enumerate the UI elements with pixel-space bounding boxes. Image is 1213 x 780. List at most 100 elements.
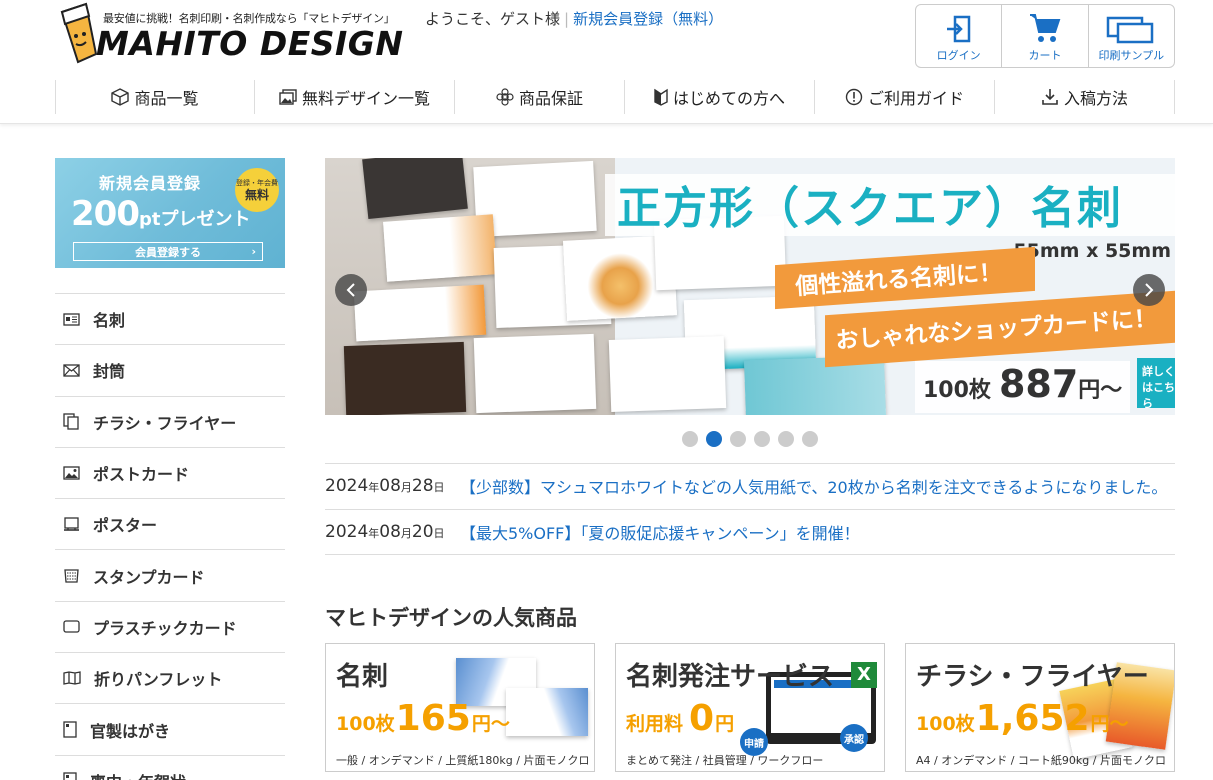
sidebar-item-postcard[interactable]: ポストカード: [55, 448, 285, 500]
sample-card: [343, 341, 467, 415]
chevron-left-icon: [346, 283, 355, 297]
sample-card: [362, 158, 468, 220]
product-price: 100枚165円〜: [336, 698, 510, 739]
hero-slider[interactable]: 正方形（スクエア）名刺 55mm x 55mm 個性溢れる名刺に！ おしゃれなシ…: [325, 158, 1175, 415]
cart-label: カート: [1028, 49, 1062, 62]
sidebar-item-flyer[interactable]: チラシ・フライヤー: [55, 397, 285, 448]
poster-icon: [64, 517, 79, 531]
news-item: 2024年08月20日 【最大5%OFF】「夏の販促応援キャンペーン」を開催！: [325, 510, 1175, 555]
pamphlet-icon: [63, 671, 81, 686]
nav-label: ご利用ガイド: [867, 89, 964, 108]
beginner-icon: [654, 88, 668, 106]
product-name: 名刺発注サービス: [626, 662, 835, 692]
slider-dots: [682, 431, 826, 447]
postcard-icon: [63, 466, 80, 480]
approve-badge: 承認: [840, 724, 868, 752]
print-sample-label: 印刷サンプル: [1098, 49, 1165, 62]
news-list: 2024年08月28日 【少部数】マシュマロホワイトなどの人気用紙で、20枚から…: [325, 463, 1175, 555]
welcome-text: ようこそ、ゲスト様: [425, 10, 561, 28]
postal-card-icon: [63, 721, 77, 738]
images-icon: [279, 89, 297, 105]
register-link[interactable]: 新規会員登録（無料）: [573, 10, 723, 28]
cart-button[interactable]: カート: [1002, 5, 1089, 67]
download-icon: [1042, 89, 1058, 105]
promo-points: 200ptプレゼント: [71, 194, 251, 234]
nav-item-guide[interactable]: ご利用ガイド: [814, 80, 994, 114]
product-description: まとめて発注 / 社員管理 / ワークフロー: [626, 754, 824, 767]
flyer-icon: [63, 413, 79, 430]
sidebar-item-stamp-card[interactable]: スタンプカード: [55, 550, 285, 602]
cart-icon: [1029, 14, 1061, 42]
sidebar-item-pamphlet[interactable]: 折りパンフレット: [55, 653, 285, 705]
sidebar-item-business-card[interactable]: 名刺: [55, 294, 285, 346]
sidebar-item-poster[interactable]: ポスター: [55, 499, 285, 551]
print-sample-icon: [1107, 16, 1154, 44]
excel-icon: X: [851, 662, 877, 688]
nav-item-guarantee[interactable]: 商品保証: [454, 80, 624, 114]
slider-dot[interactable]: [682, 431, 698, 447]
sidebar-item-new-year-card[interactable]: 喪中・年賀状: [55, 756, 285, 780]
login-button[interactable]: ログイン: [916, 5, 1003, 67]
slider-dot[interactable]: [730, 431, 746, 447]
nav-item-products[interactable]: 商品一覧: [55, 80, 254, 114]
print-sample-button[interactable]: 印刷サンプル: [1089, 5, 1174, 67]
nav-label: はじめての方へ: [672, 89, 785, 108]
register-promo-banner[interactable]: 新規会員登録 登録・年会費 無料 200ptプレゼント 会員登録する ›: [55, 158, 285, 268]
product-description: 一般 / オンデマンド / 上質紙180kg / 片面モノクロ: [336, 754, 590, 767]
nav-label: 商品一覧: [134, 89, 199, 108]
news-link[interactable]: 【最大5%OFF】「夏の販促応援キャンペーン」を開催！: [460, 520, 860, 544]
product-image: [506, 688, 588, 736]
badge-top: 登録・年会費: [236, 178, 278, 187]
slider-dot[interactable]: [802, 431, 818, 447]
promo-title: 新規会員登録: [98, 174, 201, 193]
news-date: 2024年08月28日: [325, 476, 445, 497]
sidebar-item-envelope[interactable]: 封筒: [55, 345, 285, 397]
news-item: 2024年08月28日 【少部数】マシュマロホワイトなどの人気用紙で、20枚から…: [325, 464, 1175, 510]
welcome-area: ようこそ、ゲスト様 | 新規会員登録（無料）: [425, 10, 724, 28]
slider-dot-active[interactable]: [706, 431, 722, 447]
product-description: A4 / オンデマンド / コート紙90kg / 片面モノクロ: [916, 754, 1166, 767]
chevron-right-icon: [1145, 283, 1154, 297]
nav-item-beginners[interactable]: はじめての方へ: [624, 80, 814, 114]
business-card-icon: [63, 312, 80, 326]
slider-prev-button[interactable]: [335, 274, 367, 306]
plastic-card-icon: [63, 620, 80, 634]
sample-card: [608, 336, 727, 412]
hero-price: 100枚 887円〜: [923, 362, 1123, 406]
product-name: 名刺: [336, 662, 389, 692]
sidebar-item-postal-card[interactable]: 官製はがき: [55, 704, 285, 756]
product-name: チラシ・フライヤー: [916, 662, 1149, 692]
news-date: 2024年08月20日: [325, 521, 445, 542]
stamp-card-icon: [64, 568, 79, 583]
global-nav: 商品一覧 無料デザイン一覧 商品保証 はじめての方へ ご利用ガイド 入稿方法: [55, 80, 1175, 114]
nav-label: 入稿方法: [1063, 89, 1128, 108]
product-price: 利用料 0円: [626, 698, 735, 739]
chevron-right-icon: ›: [251, 245, 256, 258]
sample-card: [473, 333, 597, 414]
site-header: 最安値に挑戦！名刺印刷・名刺作成なら「マヒトデザイン」 MAHITO DESIG…: [0, 0, 1213, 124]
badge-icon: [496, 88, 514, 106]
sample-card: [383, 214, 497, 282]
slider-dot[interactable]: [754, 431, 770, 447]
slider-dot[interactable]: [778, 431, 794, 447]
sample-card: [353, 284, 487, 342]
popular-section-title: マヒトデザインの人気商品: [325, 606, 577, 630]
nav-label: 無料デザイン一覧: [301, 89, 430, 108]
nav-item-free-designs[interactable]: 無料デザイン一覧: [254, 80, 454, 114]
promo-register-button[interactable]: 会員登録する ›: [73, 242, 263, 261]
header-tools: ログイン カート 印刷サンプル: [915, 4, 1175, 68]
login-label: ログイン: [936, 49, 981, 62]
sample-card: [743, 355, 887, 415]
box-icon: [111, 88, 130, 106]
hero-details-button[interactable]: 詳しくはこちら: [1137, 358, 1175, 410]
new-year-card-icon: [63, 772, 77, 780]
product-card-business-card[interactable]: 名刺 100枚165円〜 一般 / オンデマンド / 上質紙180kg / 片面…: [325, 643, 595, 772]
pencil-mascot-icon: [60, 2, 98, 64]
nav-item-submission[interactable]: 入稿方法: [994, 80, 1175, 114]
product-card-order-service[interactable]: X 申請 承認 名刺発注サービス 利用料 0円 まとめて発注 / 社員管理 / ワ…: [615, 643, 885, 772]
news-link[interactable]: 【少部数】マシュマロホワイトなどの人気用紙で、20枚から名刺を注文できるようにな…: [460, 474, 1167, 498]
sidebar-item-plastic-card[interactable]: プラスチックカード: [55, 602, 285, 654]
slider-next-button[interactable]: [1133, 274, 1165, 306]
product-card-flyer[interactable]: チラシ・フライヤー 100枚1,652円〜 A4 / オンデマンド / コート紙…: [905, 643, 1175, 772]
site-logo[interactable]: 最安値に挑戦！名刺印刷・名刺作成なら「マヒトデザイン」 MAHITO DESIG…: [56, 2, 403, 66]
